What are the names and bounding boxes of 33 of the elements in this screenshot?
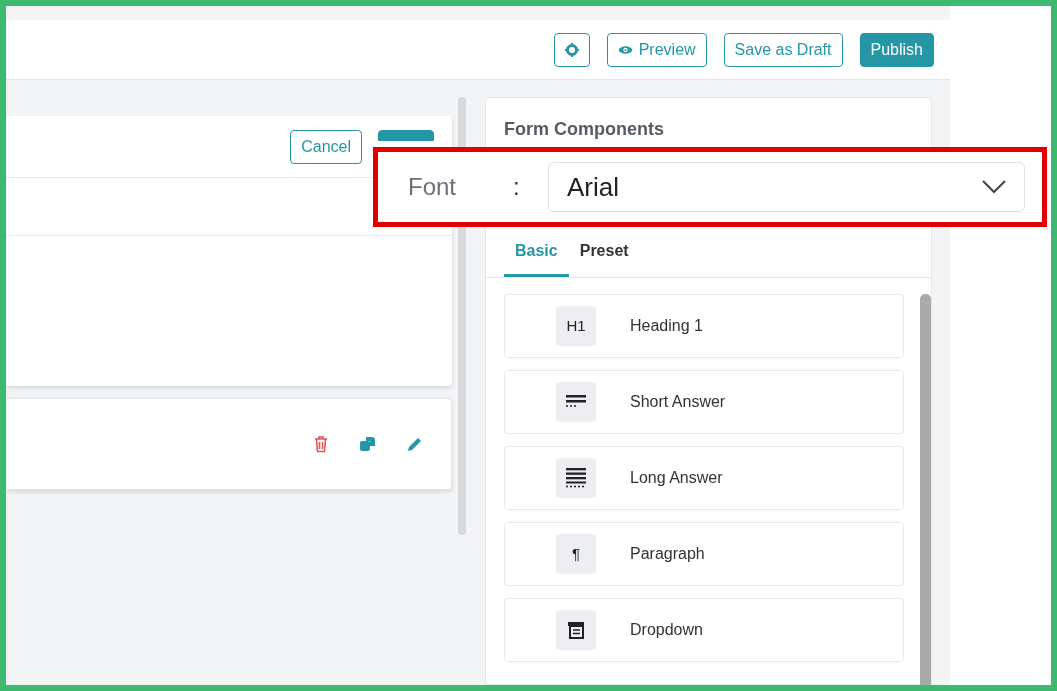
component-item[interactable]: ¶ Paragraph — [504, 522, 904, 586]
short-text-icon — [566, 395, 586, 409]
component-icon: ¶ — [556, 534, 596, 574]
settings-button[interactable] — [553, 32, 590, 67]
component-label: Paragraph — [630, 544, 705, 564]
tab[interactable]: Basic — [504, 231, 569, 277]
dropdown-icon — [567, 621, 585, 639]
component-label: Heading 1 — [630, 316, 703, 336]
component-icon: H1 — [556, 306, 596, 346]
copy-icon[interactable] — [359, 436, 376, 452]
font-value: Arial — [567, 170, 619, 204]
trash-icon[interactable] — [313, 435, 329, 453]
tab[interactable]: Preset — [568, 231, 640, 277]
component-item[interactable]: H1 Heading 1 — [504, 294, 904, 358]
component-item[interactable]: Short Answer — [504, 370, 904, 434]
cancel-button[interactable]: Cancel — [290, 129, 362, 164]
component-label: Long Answer — [630, 468, 723, 488]
chevron-down-icon — [982, 180, 1006, 194]
long-text-icon — [566, 468, 586, 488]
component-label: Short Answer — [630, 392, 726, 412]
panel-title: Form Components — [503, 118, 665, 141]
draft-button[interactable]: Save as Draft — [723, 32, 843, 67]
publish-button[interactable]: Publish — [859, 32, 934, 67]
eye-icon — [617, 44, 633, 55]
separator: : — [513, 172, 521, 202]
component-item[interactable]: Dropdown — [504, 598, 904, 662]
font-select[interactable]: Arial — [548, 162, 1025, 212]
scrollbar[interactable] — [920, 294, 931, 685]
preview-button[interactable]: Preview — [606, 32, 707, 67]
pencil-icon[interactable] — [406, 435, 423, 453]
font-label: Font — [408, 172, 458, 202]
component-item[interactable]: Long Answer — [504, 446, 904, 510]
component-label: Dropdown — [630, 620, 703, 640]
